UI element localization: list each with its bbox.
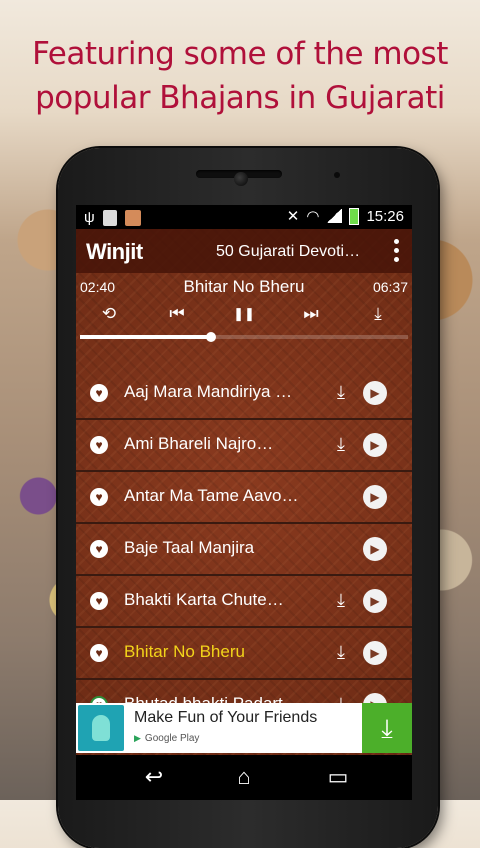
play-icon[interactable]: ▶	[363, 537, 387, 561]
battery-icon	[349, 207, 360, 225]
overflow-menu-icon[interactable]	[394, 239, 400, 262]
ad-title[interactable]: Make Fun of Your Friends	[134, 709, 317, 727]
favorite-icon[interactable]: ♥	[90, 592, 108, 610]
home-icon[interactable]: ⌂	[224, 765, 264, 789]
promo-headline: Featuring some of the most popular Bhaja…	[0, 32, 480, 120]
favorite-icon[interactable]: ♥	[90, 488, 108, 506]
total-time: 06:37	[372, 279, 408, 295]
app-bar: Winjit 50 Gujarati Devoti…	[76, 229, 412, 273]
list-item[interactable]: ♥ Antar Ma Tame Aavo… ▶	[76, 472, 412, 524]
next-icon[interactable]: ⏭	[296, 303, 326, 325]
status-bar: ψ ✕ ◠ 15:26	[76, 205, 412, 229]
notification-icon	[124, 209, 141, 226]
phone-sensor	[334, 172, 340, 178]
favorite-icon[interactable]: ♥	[90, 540, 108, 558]
download-icon[interactable]: ⤓	[330, 589, 352, 611]
list-item[interactable]: ♥ Baje Taal Manjira ▶	[76, 524, 412, 576]
download-icon[interactable]: ⤓	[363, 303, 393, 325]
promo-headline-line-1: Featuring some of the most	[32, 36, 448, 72]
mute-icon: ✕	[286, 208, 300, 225]
favorite-icon[interactable]: ♥	[90, 436, 108, 454]
song-title[interactable]: Aaj Mara Mandiriya …	[124, 382, 292, 402]
favorite-icon[interactable]: ♥	[90, 644, 108, 662]
list-item[interactable]: ♥ Bhakti Karta Chute… ⤓ ▶	[76, 576, 412, 628]
usb-icon: ψ	[84, 209, 95, 226]
app-logo: Winjit	[86, 239, 143, 264]
ad-store-label: Google Play	[134, 733, 199, 744]
ad-app-icon[interactable]	[78, 705, 124, 751]
song-title[interactable]: Bhitar No Bheru	[124, 642, 245, 662]
favorite-icon[interactable]: ♥	[90, 384, 108, 402]
song-title[interactable]: Bhakti Karta Chute…	[124, 590, 284, 610]
song-title[interactable]: Antar Ma Tame Aavo…	[124, 486, 299, 506]
bbc-icon	[102, 209, 117, 226]
song-title[interactable]: Ami Bhareli Najro…	[124, 434, 273, 454]
play-icon[interactable]: ▶	[363, 485, 387, 509]
app-title: 50 Gujarati Devoti…	[216, 243, 361, 260]
song-title[interactable]: Baje Taal Manjira	[124, 538, 254, 558]
pause-icon[interactable]: ❚❚	[229, 303, 259, 325]
player-panel: 02:40 Bhitar No Bheru 06:37 ⟲ ⏮ ❚❚ ⏭ ⤓	[76, 273, 412, 343]
signal-icon	[326, 209, 343, 223]
download-icon[interactable]: ⤓	[330, 381, 352, 403]
wifi-icon: ◠	[306, 208, 320, 225]
list-item[interactable]: ♥ Aaj Mara Mandiriya … ⤓ ▶	[76, 368, 412, 420]
play-icon[interactable]: ▶	[363, 433, 387, 457]
player-controls: ⟲ ⏮ ❚❚ ⏭ ⤓	[76, 303, 412, 327]
progress-thumb[interactable]	[206, 332, 217, 342]
now-playing-title: Bhitar No Bheru	[183, 277, 305, 296]
previous-icon[interactable]: ⏮	[162, 303, 192, 325]
back-icon[interactable]: ↩	[134, 765, 174, 789]
download-icon[interactable]: ⤓	[330, 641, 352, 663]
ad-banner[interactable]: Make Fun of Your Friends Google Play ⤓	[76, 703, 412, 753]
recents-icon[interactable]: ▭	[318, 765, 358, 789]
list-item[interactable]: ♥ Bhitar No Bheru ⤓ ▶	[76, 628, 412, 680]
phone-screen: ψ ✕ ◠ 15:26 Winjit 50 Gujarati Devoti… 0…	[76, 205, 412, 755]
list-item[interactable]: ♥ Ami Bhareli Najro… ⤓ ▶	[76, 420, 412, 472]
ad-download-button[interactable]: ⤓	[362, 703, 412, 753]
status-time: 15:26	[366, 207, 404, 225]
navigation-bar: ↩ ⌂ ▭	[76, 755, 412, 800]
promo-headline-line-2: popular Bhajans in Gujarati	[35, 80, 445, 116]
song-list: ♥ Aaj Mara Mandiriya … ⤓ ▶ ♥ Ami Bhareli Najr…	[76, 368, 412, 732]
progress-bar[interactable]	[80, 332, 408, 342]
progress-fill	[80, 335, 212, 339]
play-icon[interactable]: ▶	[363, 641, 387, 665]
repeat-icon[interactable]: ⟲	[94, 303, 124, 325]
play-icon[interactable]: ▶	[363, 589, 387, 613]
download-icon[interactable]: ⤓	[330, 433, 352, 455]
phone-camera	[234, 172, 248, 186]
play-icon[interactable]: ▶	[363, 381, 387, 405]
